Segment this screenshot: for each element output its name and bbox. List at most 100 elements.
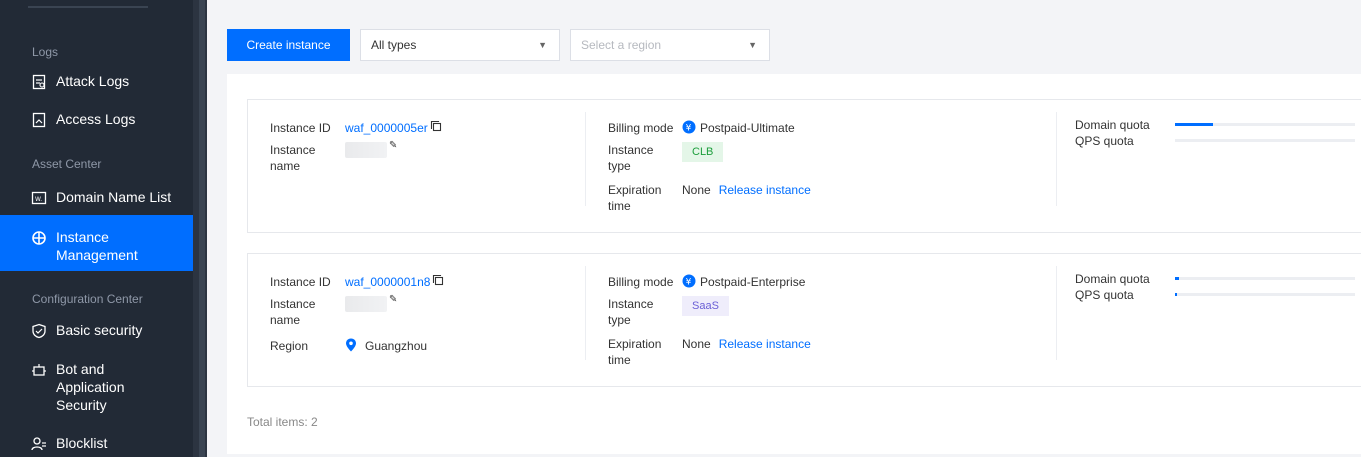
sidebar-divider bbox=[28, 6, 148, 8]
label-line: Instance bbox=[270, 143, 316, 157]
label-line: time bbox=[608, 199, 631, 213]
type-select[interactable]: All types ▼ bbox=[360, 29, 560, 61]
qps-quota-bar bbox=[1175, 293, 1355, 296]
expiration-row: Expiration time None Release instance bbox=[608, 336, 811, 368]
label-line: name bbox=[270, 313, 301, 327]
instance-name-row: Instance name ✎ bbox=[270, 294, 397, 328]
domain-quota-bar bbox=[1175, 277, 1355, 280]
billing-row: Billing mode ¥ Postpaid-Enterprise bbox=[608, 274, 805, 290]
attack-log-icon bbox=[30, 73, 48, 91]
instance-id-link[interactable]: waf_0000001n8 bbox=[345, 274, 430, 290]
domain-quota-fill bbox=[1175, 123, 1213, 126]
billing-icon: ¥ bbox=[682, 274, 696, 288]
copy-icon[interactable] bbox=[430, 120, 442, 132]
sidebar-item-label: Attack Logs bbox=[56, 73, 130, 89]
instance-id-row: Instance ID waf_0000001n8 bbox=[270, 274, 444, 290]
section-title-asset-center: Asset Center bbox=[32, 157, 102, 171]
qps-quota-label: QPS quota bbox=[1075, 134, 1134, 148]
chevron-down-icon: ▼ bbox=[538, 40, 547, 50]
label-line: time bbox=[608, 353, 631, 367]
billing-mode-value: Postpaid-Enterprise bbox=[700, 275, 806, 289]
instance-id-row: Instance ID waf_0000005er bbox=[270, 120, 442, 136]
label-line: type bbox=[608, 159, 631, 173]
instance-id-label: Instance ID bbox=[270, 121, 331, 135]
svg-text:¥: ¥ bbox=[686, 123, 692, 133]
column-divider bbox=[1056, 266, 1057, 360]
expiration-value: None bbox=[682, 183, 711, 197]
instance-name-value bbox=[345, 142, 387, 158]
instance-card: Instance ID waf_0000001n8 Instance name … bbox=[247, 253, 1361, 387]
column-divider bbox=[585, 266, 586, 360]
create-instance-button[interactable]: Create instance bbox=[227, 29, 350, 61]
toolbar: Create instance All types ▼ Select a reg… bbox=[227, 29, 770, 61]
instance-type-label: Instance type bbox=[608, 142, 682, 174]
region-select-placeholder: Select a region bbox=[581, 38, 662, 52]
sidebar: Logs Attack Logs Access Logs Asset Cente… bbox=[0, 0, 207, 457]
qps-quota-row: QPS quota bbox=[1075, 133, 1134, 149]
instance-id-link[interactable]: waf_0000005er bbox=[345, 120, 428, 136]
section-title-logs: Logs bbox=[32, 45, 59, 59]
sidebar-item-attack-logs[interactable]: Attack Logs bbox=[0, 72, 193, 92]
qps-quota-bar bbox=[1175, 139, 1355, 142]
sidebar-item-label: Access Logs bbox=[56, 111, 136, 127]
bot-icon bbox=[30, 361, 48, 379]
sidebar-item-instance-management[interactable]: Instance Management bbox=[0, 215, 193, 271]
type-select-value: All types bbox=[371, 38, 417, 52]
instance-type-row: Instance type CLB bbox=[608, 142, 724, 174]
label-line: Instance bbox=[608, 297, 654, 311]
domain-quota-bar bbox=[1175, 123, 1355, 126]
region-select[interactable]: Select a region ▼ bbox=[570, 29, 770, 61]
label-line: type bbox=[608, 313, 631, 327]
label-line: name bbox=[270, 159, 301, 173]
instance-id-label: Instance ID bbox=[270, 275, 331, 289]
sidebar-item-label: Basic security bbox=[56, 322, 143, 338]
release-instance-link[interactable]: Release instance bbox=[719, 336, 811, 368]
instance-name-label: Instance name bbox=[270, 142, 345, 174]
sidebar-item-label: Instance Management bbox=[56, 229, 138, 263]
access-log-icon bbox=[30, 111, 48, 129]
instance-type-tag: CLB bbox=[682, 142, 724, 162]
svg-text:¥: ¥ bbox=[686, 277, 692, 287]
column-divider bbox=[1056, 112, 1057, 206]
instance-type-tag: SaaS bbox=[682, 296, 729, 316]
qps-quota-label: QPS quota bbox=[1075, 288, 1134, 302]
column-divider bbox=[585, 112, 586, 206]
region-value: Guangzhou bbox=[365, 339, 428, 353]
label-line: Instance bbox=[270, 297, 316, 311]
sidebar-item-access-logs[interactable]: Access Logs bbox=[0, 110, 193, 130]
chevron-down-icon: ▼ bbox=[748, 40, 757, 50]
sidebar-item-bot-and-application-security[interactable]: Bot and Application Security bbox=[0, 360, 193, 416]
domain-quota-label: Domain quota bbox=[1075, 118, 1150, 132]
shield-icon bbox=[30, 322, 48, 340]
domain-quota-label: Domain quota bbox=[1075, 272, 1150, 286]
billing-icon: ¥ bbox=[682, 120, 696, 134]
billing-mode-label: Billing mode bbox=[608, 121, 674, 135]
instance-type-label: Instance type bbox=[608, 296, 682, 328]
instance-name-label: Instance name bbox=[270, 296, 345, 328]
label-line: Expiration bbox=[608, 337, 662, 351]
region-row: Region Guangzhou bbox=[270, 338, 427, 354]
sidebar-item-label: Blocklist bbox=[56, 435, 108, 451]
domain-quota-row: Domain quota bbox=[1075, 271, 1150, 287]
release-instance-link[interactable]: Release instance bbox=[719, 182, 811, 214]
location-pin-icon bbox=[345, 338, 357, 352]
sidebar-item-basic-security[interactable]: Basic security bbox=[0, 321, 193, 341]
sidebar-scroll-thumb[interactable] bbox=[199, 0, 205, 457]
svg-text:W.: W. bbox=[35, 196, 42, 203]
instance-list-panel: Instance ID waf_0000005er Instance name … bbox=[227, 74, 1361, 454]
domain-list-icon: W. bbox=[30, 189, 48, 207]
sidebar-item-blocklist[interactable]: Blocklist bbox=[0, 434, 193, 454]
copy-icon[interactable] bbox=[432, 274, 444, 286]
expiration-value: None bbox=[682, 337, 711, 351]
billing-mode-label: Billing mode bbox=[608, 275, 674, 289]
edit-icon[interactable]: ✎ bbox=[389, 292, 397, 328]
edit-icon[interactable]: ✎ bbox=[389, 138, 397, 174]
instance-name-row: Instance name ✎ bbox=[270, 140, 397, 174]
domain-quota-fill bbox=[1175, 277, 1179, 280]
total-items: Total items: 2 bbox=[247, 415, 318, 429]
expiration-label: Expiration time bbox=[608, 182, 682, 214]
main-content: Create instance All types ▼ Select a reg… bbox=[207, 0, 1361, 457]
sidebar-item-label: Bot and Application Security bbox=[56, 361, 125, 413]
sidebar-item-domain-name-list[interactable]: W. Domain Name List bbox=[0, 188, 193, 208]
billing-row: Billing mode ¥ Postpaid-Ultimate bbox=[608, 120, 795, 136]
